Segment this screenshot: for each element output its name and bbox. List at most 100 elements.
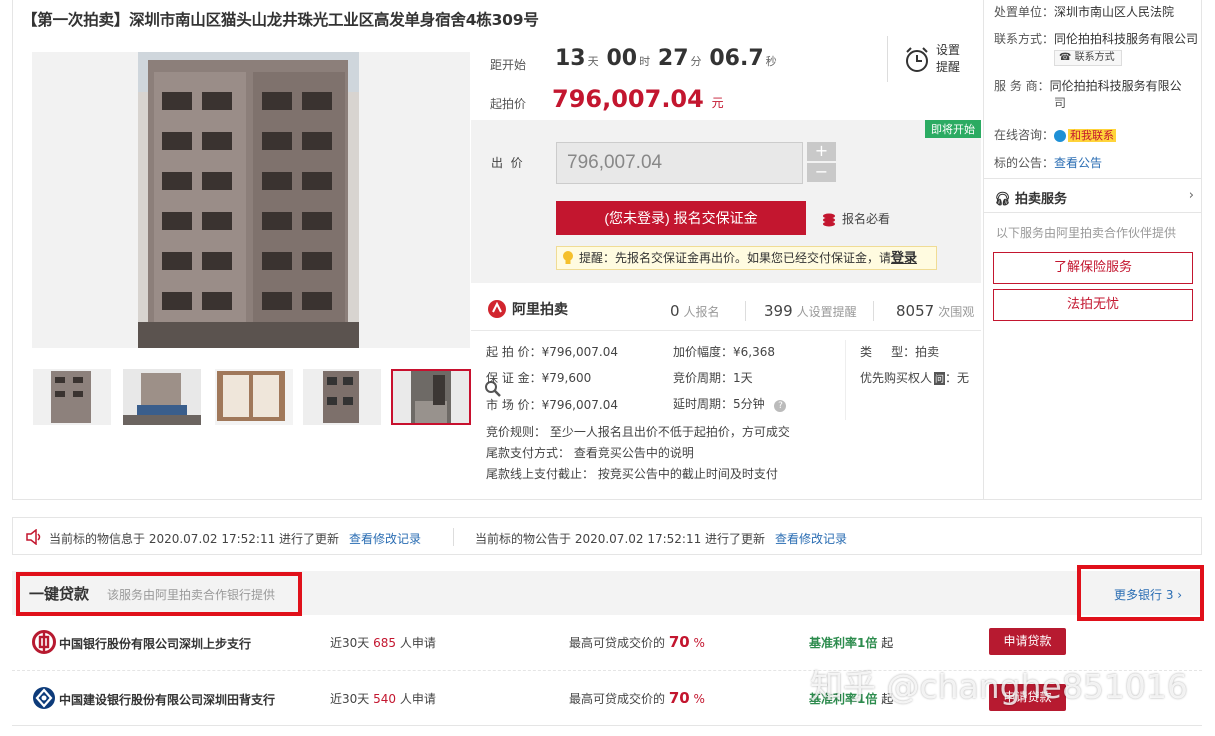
detail-type: 类 型：拍卖 [860,345,940,359]
notice-label: 标的公告： [994,156,1055,170]
priority-value: ：无 [945,371,970,385]
ratio-unit: % [693,636,705,650]
priority-label: 优先购买权人 [860,371,933,385]
reminder-label-2: 提醒 [936,60,961,74]
notice-history-link[interactable]: 查看修改记录 [775,530,847,547]
service-row: 服 务 商：同伦拍拍科技服务有限公 [994,78,1182,95]
recent-suffix: 人申请 [399,692,436,706]
legal-service-button[interactable]: 法拍无忧 [993,289,1193,321]
hours-unit: 时 [639,55,651,68]
info-history-link[interactable]: 查看修改记录 [349,530,421,547]
must-read-label: 报名必看 [842,212,891,226]
login-tip: 提醒：先报名交保证金再出价。如果您已经交付保证金，请登录 [556,246,937,270]
highlight-box-more-banks [1077,565,1204,621]
priority-help-tag[interactable]: 问 [934,372,946,385]
must-read-link[interactable]: 报名必看 [822,210,890,227]
days-value: 13 [555,46,586,71]
view-notice-link[interactable]: 查看公告 [1054,156,1102,170]
partner-note: 以下服务由阿里拍卖合作伙伴提供 [996,226,1177,240]
apply-loan-button[interactable]: 申请贷款 [989,628,1066,655]
alarm-clock-icon [906,47,928,72]
contact-button[interactable]: ☎ 联系方式 [1054,50,1122,66]
help-icon[interactable]: ? [774,400,787,412]
ratio-value: 70 [668,689,690,707]
divider [984,212,1202,213]
stat-label: 次围观 [938,305,975,319]
recent-applicants: 近30天 685 人申请 [330,634,436,651]
bid-box: 即将开始 出 价 + − (您未登录) 报名交保证金 报名必看 提醒：先报名交保… [471,120,981,283]
phone-icon: ☎ [1059,52,1072,63]
boc-logo-icon [32,630,56,654]
tip-text: 提醒：先报名交保证金再出价。如果您已经交付保证金，请 [579,251,892,265]
brand-name: 阿里拍卖 [512,302,568,318]
headset-icon: 🎧︎ [994,192,1011,207]
stat-reminders: 399 人设置提醒 [764,302,857,320]
court-link[interactable]: 深圳市南山区人民法院 [1054,5,1174,19]
consult-row: 在线咨询： 和我联系 [994,127,1117,144]
auction-service-header[interactable]: 🎧︎ 拍卖服务 › [994,188,1194,207]
bid-label: 出 价 [491,156,523,170]
ali-auction-logo-icon [488,300,506,318]
seconds-unit: 秒 [765,55,777,68]
reminder-label-1: 设置 [936,43,961,57]
countdown-timer: 13 天 00 时 27 分 06.7 秒 [555,46,781,71]
divider [845,340,846,420]
page-title: 【第一次拍卖】深圳市南山区猫头山龙井珠光工业区高发单身宿舍4栋309号 [22,11,539,29]
divider [887,36,888,82]
insurance-button[interactable]: 了解保险服务 [993,252,1193,284]
thumbnail-2[interactable] [123,369,201,425]
lightbulb-icon [563,251,573,264]
detail-deposit: 保 证 金：¥79,600 [486,371,592,385]
seconds-value: 06.7 [709,46,764,71]
decrease-button[interactable]: − [807,163,836,182]
service-value-cont: 司 [1054,96,1067,110]
detail-rule: 竞价规则： 至少一人报名且出价不低于起拍价，方可成交 [486,425,790,439]
ratio-value: 70 [668,633,690,651]
signup-deposit-button[interactable]: (您未登录) 报名交保证金 [556,201,806,235]
recent-applicants: 近30天 540 人申请 [330,690,436,707]
interest-rate: 基准利率1倍 起 [809,634,893,651]
bank-name: 中国银行股份有限公司深圳上步支行 [59,637,252,651]
rate-suffix: 起 [881,636,894,650]
detail-extension: 延时周期：5分钟 ? [673,395,787,412]
detail-deadline: 尾款线上支付截止： 按竞买公告中的截止时间及时支付 [486,467,778,481]
thumbnail-5-selected[interactable] [391,369,471,425]
speaker-icon [26,529,41,545]
recent-count: 685 [373,636,397,650]
watermark: 知乎 @changhe851016 [810,667,1188,706]
contact-me-button[interactable]: 和我联系 [1068,129,1117,142]
stat-label: 人设置提醒 [796,305,857,319]
recent-suffix: 人申请 [399,636,436,650]
start-price-label: 起拍价 [490,97,527,111]
service-label: 服 务 商： [994,79,1050,93]
auction-service-label: 拍卖服务 [1015,192,1068,207]
status-badge: 即将开始 [925,120,981,138]
contact-value: 同伦拍拍科技服务有限公司 [1054,32,1199,46]
countdown-label: 距开始 [490,58,527,72]
sidebar-info: 处置单位：深圳市南山区人民法院 联系方式：同伦拍拍科技服务有限公司 ☎ 联系方式… [983,0,1202,500]
divider [984,178,1202,179]
service-value: 同伦拍拍科技服务有限公 [1049,79,1182,93]
stat-label: 人报名 [683,305,720,319]
chat-icon [1054,129,1067,142]
stat-number: 399 [764,302,793,320]
divider [12,725,1202,726]
highlight-box-loan-title [16,572,302,616]
thumbnail-4[interactable] [303,369,381,425]
start-price-value: 796,007.04 [552,85,704,113]
rate-value: 基准利率1倍 [809,636,878,650]
thumbnail-3[interactable] [215,369,293,425]
court-label: 处置单位： [994,5,1055,19]
detail-increment: 加价幅度：¥6,368 [673,345,775,359]
contact-button-label: 联系方式 [1074,52,1115,63]
ccb-logo-icon [33,687,55,709]
increase-button[interactable]: + [807,142,836,161]
bid-price-input[interactable] [556,142,803,184]
main-photo[interactable] [32,52,501,397]
login-link[interactable]: 登录 [891,251,917,266]
bank-name: 中国建设银行股份有限公司深圳田背支行 [59,693,276,707]
extension-text: 延时周期：5分钟 [673,397,765,411]
chevron-right-icon: › [1188,188,1194,203]
thumbnail-1[interactable] [33,369,111,425]
divider [745,301,746,321]
